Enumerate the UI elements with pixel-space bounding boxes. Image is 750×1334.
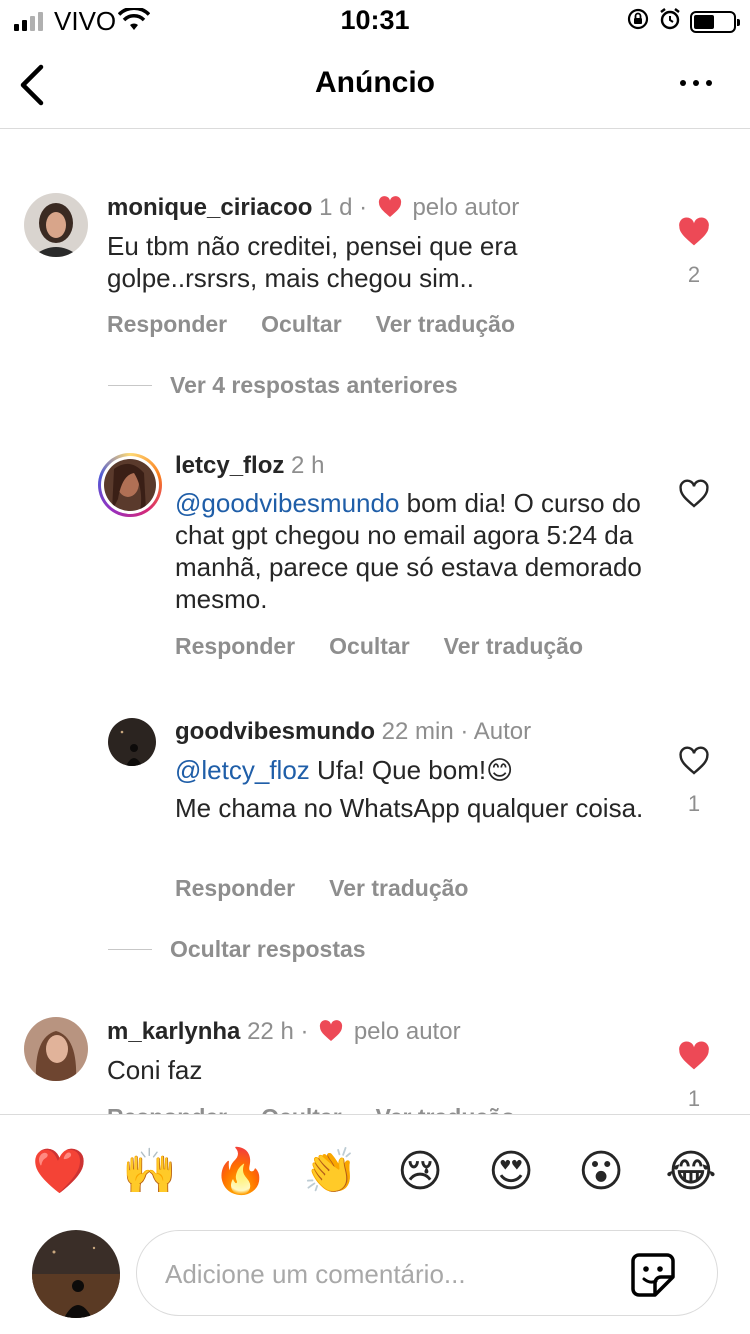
comment-body-line2: Me chama no WhatsApp qualquer coisa. [175, 793, 644, 823]
hide-replies[interactable]: Ocultar respostas [108, 936, 366, 963]
more-horizontal-icon[interactable] [680, 80, 712, 86]
heart-outline-icon[interactable] [678, 746, 710, 781]
orientation-lock-icon [626, 7, 650, 36]
emoji-heart-button[interactable]: ❤️ [32, 1145, 87, 1199]
translate-button[interactable]: Ver tradução [376, 311, 515, 338]
reply-button[interactable]: Responder [107, 311, 227, 338]
separator-dot: · [460, 718, 469, 745]
sticker-icon[interactable] [629, 1251, 677, 1299]
heart-filled-icon [378, 196, 402, 225]
comment-text: Coni faz [107, 1055, 203, 1085]
comment-age: 1 d [319, 194, 353, 221]
comment-input[interactable] [163, 1251, 617, 1297]
heart-filled-icon[interactable] [678, 1041, 710, 1076]
comment-text: @goodvibesmundo bom dia! O curso do chat… [175, 487, 645, 615]
heart-outline-icon[interactable] [678, 479, 710, 514]
emoji-surprised-button[interactable]: 😮 [574, 1145, 628, 1199]
battery-icon [690, 10, 740, 33]
comment-text: @letcy_floz Ufa! Que bom!😊 Me chama no W… [175, 754, 645, 824]
heart-filled-icon[interactable] [678, 217, 710, 252]
comment-composer [0, 1226, 750, 1334]
comment-age: 2 h [291, 452, 325, 479]
comments-list[interactable]: monique_ciriacoo 1 d · pelo autor Eu tbm… [0, 129, 750, 1114]
emoji-crying-button[interactable]: 😢 [393, 1145, 447, 1199]
status-bar: VIVO 10:31 [0, 0, 750, 40]
divider [108, 949, 152, 950]
mention-link[interactable]: @goodvibesmundo [175, 488, 399, 518]
translate-button[interactable]: Ver tradução [376, 1104, 515, 1114]
mention-link[interactable]: @letcy_floz [175, 755, 310, 785]
avatar[interactable] [24, 193, 88, 257]
like-count: 1 [687, 1086, 701, 1111]
divider [108, 385, 152, 386]
hide-button[interactable]: Ocultar [261, 1104, 342, 1114]
view-previous-replies-label: Ver 4 respostas anteriores [170, 372, 458, 398]
view-previous-replies[interactable]: Ver 4 respostas anteriores [108, 372, 458, 399]
separator-dot: · [359, 194, 368, 221]
hide-button[interactable]: Ocultar [261, 311, 342, 338]
comment-input-wrapper [136, 1230, 718, 1316]
emoji-fire-button[interactable]: 🔥 [213, 1145, 268, 1199]
reply-button[interactable]: Responder [175, 633, 295, 660]
author-badge: Autor [473, 718, 532, 745]
emoji-raising-hands-button[interactable]: 🙌 [122, 1145, 177, 1199]
alarm-icon [658, 7, 682, 36]
page-title: Anúncio [315, 66, 435, 99]
hide-button[interactable]: Ocultar [329, 633, 410, 660]
comment-text: Eu tbm não creditei, pensei que era golp… [107, 231, 518, 293]
heart-filled-icon [319, 1020, 343, 1049]
header: Anúncio [0, 44, 750, 129]
comment-username[interactable]: letcy_floz [175, 452, 284, 479]
liked-by-author-label: pelo autor [353, 1018, 461, 1045]
avatar[interactable] [98, 453, 162, 517]
comment-age: 22 h [247, 1018, 294, 1045]
comment-username[interactable]: m_karlynha [107, 1018, 240, 1045]
like-count: 1 [687, 791, 701, 816]
translate-button[interactable]: Ver tradução [329, 875, 468, 902]
comment-age: 22 min [381, 718, 454, 745]
avatar[interactable] [24, 1017, 88, 1081]
avatar[interactable] [108, 718, 156, 766]
emoji-clapping-button[interactable]: 👏 [303, 1145, 358, 1199]
like-count: 2 [687, 262, 701, 287]
translate-button[interactable]: Ver tradução [444, 633, 583, 660]
emoji-laughing-button[interactable]: 😂 [664, 1145, 718, 1199]
separator-dot: · [300, 1018, 309, 1045]
liked-by-author-label: pelo autor [412, 194, 520, 221]
comment-username[interactable]: monique_ciriacoo [107, 194, 312, 221]
emoji-heart-eyes-button[interactable]: 😍 [484, 1145, 538, 1199]
reply-button[interactable]: Responder [107, 1104, 227, 1114]
emoji-quick-bar: ❤️ 🙌 🔥 👏 😢 😍 😮 😂 [0, 1114, 750, 1227]
avatar [32, 1230, 120, 1318]
hide-replies-label: Ocultar respostas [170, 936, 366, 962]
comment-body: Ufa! Que bom!😊 [309, 755, 514, 785]
comment-username[interactable]: goodvibesmundo [175, 718, 375, 745]
reply-button[interactable]: Responder [175, 875, 295, 902]
